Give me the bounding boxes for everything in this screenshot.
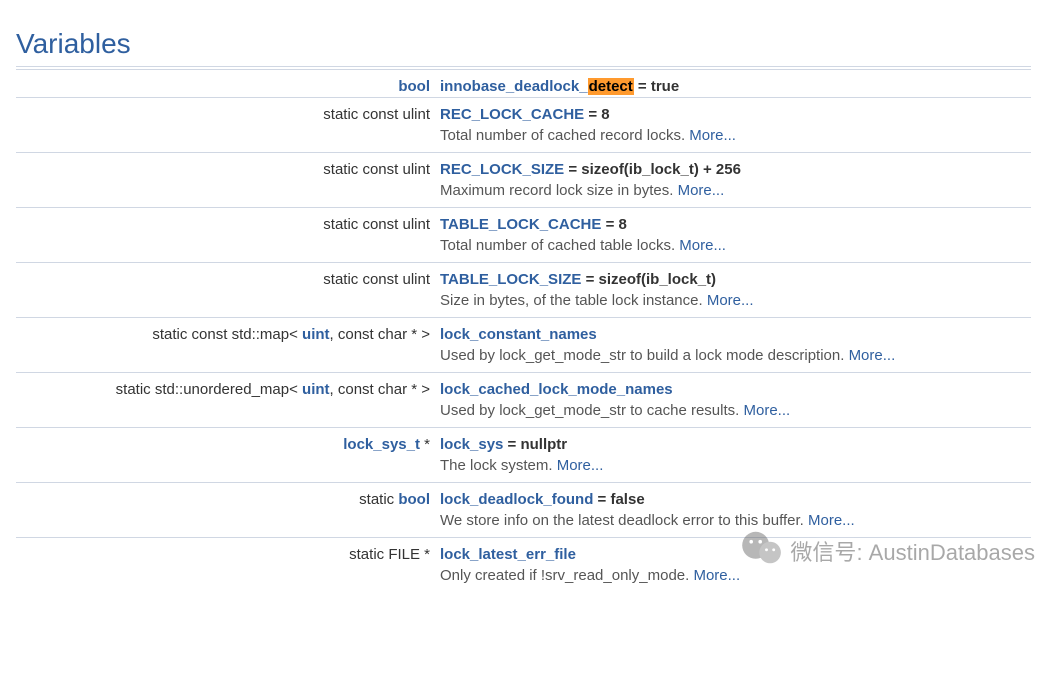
type-cell: bool [16,69,436,97]
type-link-bool[interactable]: bool [398,491,430,508]
name-cell: lock_constant_names [436,317,1031,345]
name-cell: lock_latest_err_file [436,537,1031,565]
type-cell: static const ulint [16,152,436,180]
desc-cell: Maximum record lock size in bytes. More.… [436,180,1031,207]
desc-text: Maximum record lock size in bytes. [440,182,678,199]
type-cell: static const ulint [16,97,436,125]
desc-cell: Used by lock_get_mode_str to cache resul… [436,400,1031,427]
var-value: = true [634,78,679,95]
type-cell: lock_sys_t * [16,427,436,455]
desc-text: Only created if !srv_read_only_mode. [440,567,693,584]
search-highlight: detect [588,78,634,95]
name-cell: REC_LOCK_CACHE = 8 [436,97,1031,125]
type-text: static const ulint [323,216,430,233]
desc-cell: Total number of cached table locks. More… [436,235,1031,262]
type-link-lock-sys-t[interactable]: lock_sys_t [343,436,420,453]
var-link-table-lock-cache[interactable]: TABLE_LOCK_CACHE [440,216,601,233]
desc-text: Size in bytes, of the table lock instanc… [440,292,707,309]
more-link[interactable]: More... [849,347,896,364]
var-value: = sizeof(ib_lock_t) + 256 [564,161,741,178]
more-link[interactable]: More... [693,567,740,584]
type-cell: static bool [16,482,436,510]
more-link[interactable]: More... [557,457,604,474]
type-cell: static FILE * [16,537,436,565]
more-link[interactable]: More... [678,182,725,199]
desc-cell: We store info on the latest deadlock err… [436,510,1031,537]
type-cell: static const std::map< uint, const char … [16,317,436,345]
var-value: = nullptr [503,436,567,453]
variables-table: bool innobase_deadlock_detect = true sta… [16,69,1031,592]
name-cell: TABLE_LOCK_SIZE = sizeof(ib_lock_t) [436,262,1031,290]
type-text: static [359,491,398,508]
var-value: = 8 [601,216,626,233]
name-prefix: innobase_deadlock_ [440,78,588,95]
name-cell: REC_LOCK_SIZE = sizeof(ib_lock_t) + 256 [436,152,1031,180]
desc-cell: Used by lock_get_mode_str to build a loc… [436,345,1031,372]
var-link-lock-constant-names[interactable]: lock_constant_names [440,326,597,343]
name-cell: lock_sys = nullptr [436,427,1031,455]
desc-cell: Size in bytes, of the table lock instanc… [436,290,1031,317]
more-link[interactable]: More... [679,237,726,254]
type-text: static std::unordered_map< [116,381,302,398]
type-text: static const ulint [323,271,430,288]
more-link[interactable]: More... [744,402,791,419]
desc-cell: Total number of cached record locks. Mor… [436,125,1031,152]
more-link[interactable]: More... [707,292,754,309]
name-cell: innobase_deadlock_detect = true [436,69,1031,97]
var-link-rec-lock-size[interactable]: REC_LOCK_SIZE [440,161,564,178]
var-value: = false [593,491,644,508]
type-text: static const std::map< [152,326,302,343]
desc-cell: Only created if !srv_read_only_mode. Mor… [436,565,1031,592]
type-link-uint[interactable]: uint [302,326,330,343]
type-text: static const ulint [323,106,430,123]
name-cell: lock_deadlock_found = false [436,482,1031,510]
desc-text: The lock system. [440,457,557,474]
type-cell: static std::unordered_map< uint, const c… [16,372,436,400]
var-link-lock-deadlock-found[interactable]: lock_deadlock_found [440,491,593,508]
type-text: , const char * > [330,326,430,343]
var-link-rec-lock-cache[interactable]: REC_LOCK_CACHE [440,106,584,123]
type-link-bool[interactable]: bool [398,78,430,95]
more-link[interactable]: More... [689,127,736,144]
var-link-lock-latest-err-file[interactable]: lock_latest_err_file [440,546,576,563]
type-link-uint[interactable]: uint [302,381,330,398]
var-value: = sizeof(ib_lock_t) [581,271,716,288]
desc-text: Used by lock_get_mode_str to build a loc… [440,347,849,364]
desc-text: Total number of cached table locks. [440,237,679,254]
var-value: = 8 [584,106,609,123]
type-cell: static const ulint [16,262,436,290]
name-cell: TABLE_LOCK_CACHE = 8 [436,207,1031,235]
desc-text: Used by lock_get_mode_str to cache resul… [440,402,744,419]
desc-text: We store info on the latest deadlock err… [440,512,808,529]
var-link-lock-sys[interactable]: lock_sys [440,436,503,453]
var-link-table-lock-size[interactable]: TABLE_LOCK_SIZE [440,271,581,288]
section-title: Variables [16,28,1031,67]
type-text: static const ulint [323,161,430,178]
var-link-lock-cached-lock-mode-names[interactable]: lock_cached_lock_mode_names [440,381,673,398]
name-cell: lock_cached_lock_mode_names [436,372,1031,400]
desc-cell: The lock system. More... [436,455,1031,482]
type-text: * [420,436,430,453]
type-text: , const char * > [330,381,430,398]
type-cell: static const ulint [16,207,436,235]
type-text: static FILE * [349,546,430,563]
more-link[interactable]: More... [808,512,855,529]
var-link-innobase-deadlock-detect[interactable]: innobase_deadlock_detect [440,78,634,95]
desc-text: Total number of cached record locks. [440,127,689,144]
